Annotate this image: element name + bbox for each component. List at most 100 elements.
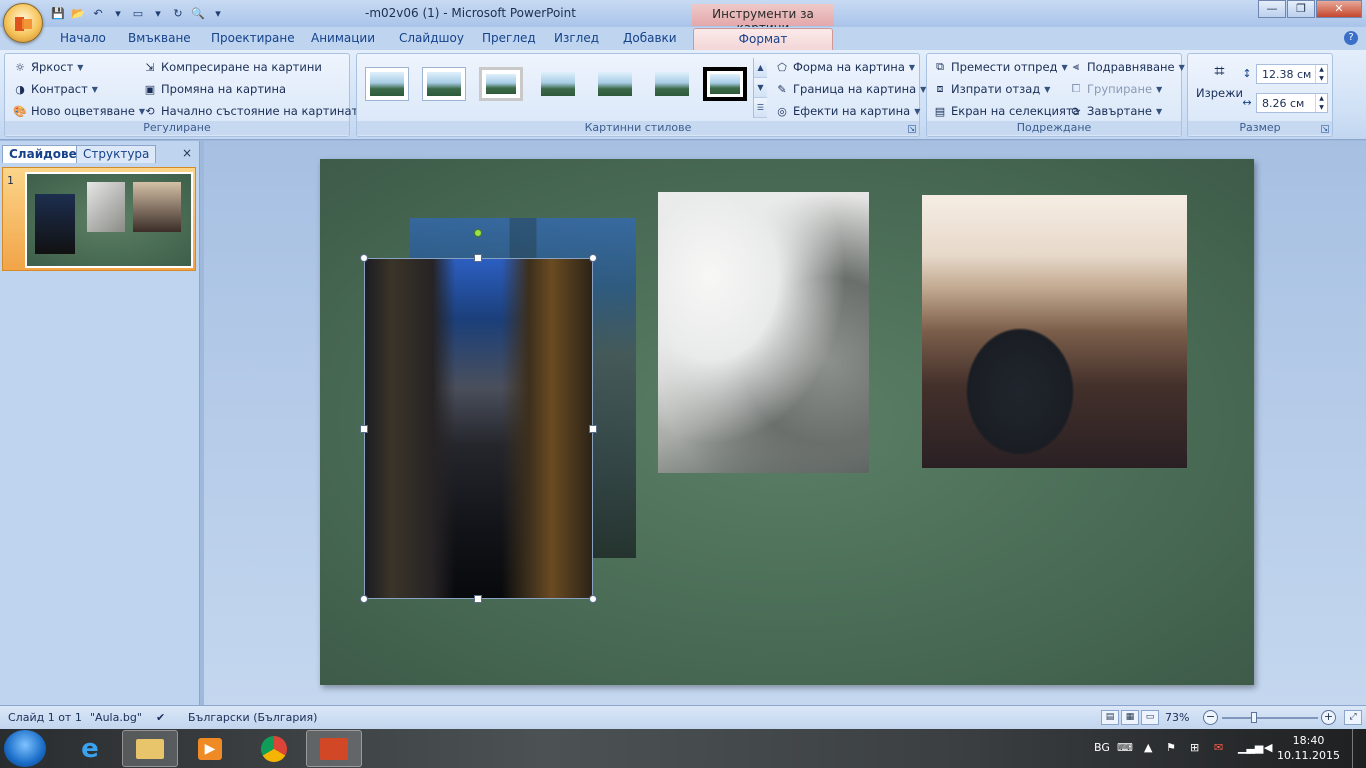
close-icon[interactable]: ×	[182, 146, 192, 160]
picture-style-7[interactable]	[703, 67, 747, 101]
action-center-flag-icon[interactable]: ⚑	[1166, 741, 1176, 754]
tab-format[interactable]: Формат	[693, 28, 833, 51]
input-language[interactable]: BG	[1094, 741, 1110, 754]
contrast-button[interactable]: ◑ Контраст ▼	[13, 82, 98, 96]
resize-handle-top-left[interactable]	[360, 254, 368, 262]
dialog-launcher-icon[interactable]: ↘	[1321, 125, 1329, 133]
zoom-level[interactable]: 73%	[1165, 711, 1189, 724]
normal-view-button[interactable]: ▤	[1101, 710, 1119, 725]
resize-handle-left[interactable]	[360, 425, 368, 433]
slide-canvas[interactable]	[320, 159, 1254, 685]
dialog-launcher-icon[interactable]: ↘	[908, 125, 916, 133]
print-preview-icon[interactable]: 🔍	[190, 5, 206, 21]
slide-thumbnail-item[interactable]: 1	[2, 167, 196, 271]
close-button[interactable]: ✕	[1316, 0, 1362, 18]
tab-insert[interactable]: Вмъкване	[128, 31, 191, 45]
height-spinner[interactable]: ▲ ▼	[1315, 65, 1327, 83]
zoom-out-button[interactable]: −	[1203, 710, 1218, 725]
zoom-slider-thumb[interactable]	[1251, 712, 1257, 723]
restore-button[interactable]: ❐	[1287, 0, 1315, 18]
reset-picture-button[interactable]: ⟲ Начално състояние на картината	[143, 104, 365, 118]
resize-handle-right[interactable]	[589, 425, 597, 433]
minimize-button[interactable]: —	[1258, 0, 1286, 18]
open-folder-icon[interactable]: 📂	[70, 5, 86, 21]
network-signal-icon[interactable]: ▁▃▅	[1238, 741, 1263, 754]
crop-button[interactable]: ⌗ Изрежи	[1196, 58, 1243, 101]
zoom-in-button[interactable]: +	[1321, 710, 1336, 725]
selection-pane-button[interactable]: ▤ Екран на селекцията	[933, 104, 1080, 118]
picture-style-6[interactable]	[650, 67, 694, 101]
zoom-slider-track[interactable]	[1222, 717, 1318, 719]
save-icon[interactable]: 💾	[50, 5, 66, 21]
compress-pictures-button[interactable]: ⇲ Компресиране на картини	[143, 60, 321, 74]
tab-design[interactable]: Проектиране	[211, 31, 295, 45]
height-field[interactable]: 12.38 см ▲ ▼	[1256, 64, 1328, 84]
change-picture-button[interactable]: ▣ Промяна на картина	[143, 82, 286, 96]
rotation-handle[interactable]	[474, 229, 482, 237]
fit-to-window-icon[interactable]: ⤢	[1344, 710, 1362, 725]
picture-style-3[interactable]	[479, 67, 523, 101]
file-explorer-icon[interactable]	[122, 730, 178, 767]
tab-outline[interactable]: Структура	[76, 145, 157, 163]
gallery-down-icon[interactable]: ▼	[754, 78, 767, 98]
width-spinner[interactable]: ▲ ▼	[1315, 94, 1327, 112]
picture-style-1[interactable]	[365, 67, 409, 101]
resize-handle-bottom[interactable]	[474, 595, 482, 603]
gallery-up-icon[interactable]: ▲	[754, 58, 767, 78]
slide-sorter-button[interactable]: ▦	[1121, 710, 1139, 725]
person-sunset-photo[interactable]	[922, 195, 1187, 468]
resize-handle-bottom-left[interactable]	[360, 595, 368, 603]
picture-effects-button[interactable]: ◎ Ефекти на картина ▼	[775, 104, 920, 118]
undo-icon[interactable]: ↶	[90, 5, 106, 21]
brightness-button[interactable]: ☼ Яркост ▼	[13, 60, 83, 74]
spellcheck-icon[interactable]: ✔	[156, 711, 165, 724]
windows-icon[interactable]: ⊞	[1190, 741, 1199, 754]
resize-handle-bottom-right[interactable]	[589, 595, 597, 603]
picture-style-4[interactable]	[536, 67, 580, 101]
volume-icon[interactable]: ◀	[1264, 741, 1272, 754]
help-icon[interactable]: ?	[1344, 31, 1358, 45]
picture-border-button[interactable]: ✎ Граница на картина ▼	[775, 82, 926, 96]
media-player-icon[interactable]: ▶	[182, 730, 238, 767]
redo-icon[interactable]: ↻	[170, 5, 186, 21]
resize-handle-top[interactable]	[474, 254, 482, 262]
start-button[interactable]	[4, 730, 46, 767]
office-button[interactable]	[3, 3, 43, 43]
slide-thumbnail[interactable]	[25, 172, 193, 268]
rotate-button[interactable]: ⟳ Завъртане ▼	[1069, 104, 1162, 118]
tab-home[interactable]: Начало	[60, 31, 106, 45]
picture-style-5[interactable]	[593, 67, 637, 101]
tab-addins[interactable]: Добавки	[623, 31, 677, 45]
new-slide-icon[interactable]: ▭	[130, 5, 146, 21]
recolor-button[interactable]: 🎨 Ново оцветяване ▼	[13, 104, 145, 118]
gallery-more-icon[interactable]: ☰	[754, 98, 767, 118]
mountain-fog-photo[interactable]	[658, 192, 869, 473]
send-backward-button[interactable]: ⧈ Изпрати отзад ▼	[933, 82, 1051, 96]
tab-animations[interactable]: Анимации	[311, 31, 375, 45]
tab-slideshow[interactable]: Слайдшоу	[399, 31, 464, 45]
new-slide-dropdown-icon[interactable]: ▾	[150, 5, 166, 21]
keyboard-icon[interactable]: ⌨	[1117, 741, 1133, 754]
tab-slides[interactable]: Слайдове	[2, 145, 84, 163]
picture-style-2[interactable]	[422, 67, 466, 101]
street-photo[interactable]	[364, 258, 593, 599]
width-field[interactable]: 8.26 см ▲ ▼	[1256, 93, 1328, 113]
language-status[interactable]: Български (България)	[188, 711, 317, 724]
slideshow-view-button[interactable]: ▭	[1141, 710, 1159, 725]
picture-shape-button[interactable]: ⬠ Форма на картина ▼	[775, 60, 915, 74]
internet-explorer-icon[interactable]: e	[62, 730, 118, 767]
system-clock[interactable]: 18:40 10.11.2015	[1277, 733, 1340, 763]
align-button[interactable]: ⫷ Подравняване ▼	[1069, 60, 1185, 74]
group-button[interactable]: ⧠ Групиране ▼	[1069, 82, 1163, 96]
powerpoint-taskbar-icon[interactable]	[306, 730, 362, 767]
bring-forward-button[interactable]: ⧉ Премести отпред ▼	[933, 60, 1068, 74]
resize-handle-top-right[interactable]	[589, 254, 597, 262]
tab-view[interactable]: Изглед	[554, 31, 599, 45]
show-desktop-button[interactable]	[1352, 729, 1366, 768]
undo-dropdown-icon[interactable]: ▾	[110, 5, 126, 21]
customize-qat-icon[interactable]: ▾	[210, 5, 226, 21]
tab-review[interactable]: Преглед	[482, 31, 536, 45]
notification-icon[interactable]: ✉	[1214, 741, 1223, 754]
show-hidden-icons-icon[interactable]: ▲	[1144, 741, 1152, 754]
chrome-icon[interactable]	[246, 730, 302, 767]
